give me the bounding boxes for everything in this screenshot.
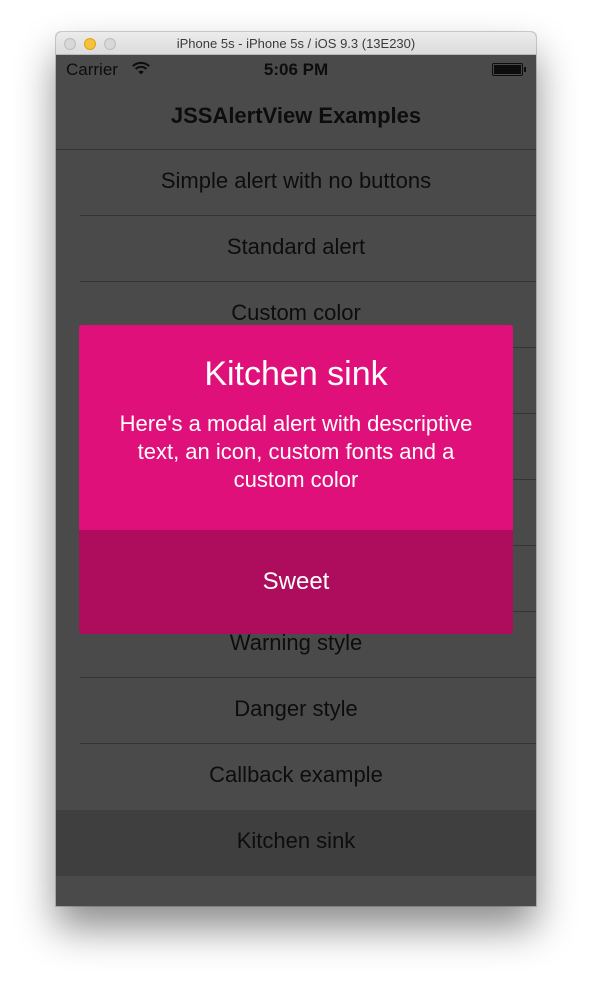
- alert-body: Kitchen sink Here's a modal alert with d…: [79, 325, 513, 530]
- window-titlebar: iPhone 5s - iPhone 5s / iOS 9.3 (13E230): [56, 32, 536, 55]
- device-screen: Carrier 5:06 PM JSSAlertView Examples Si…: [56, 55, 536, 906]
- alert-message: Here's a modal alert with descriptive te…: [119, 411, 473, 492]
- alert-title: Kitchen sink: [204, 355, 388, 393]
- alert-button-label: Sweet: [262, 568, 330, 595]
- sweet-button[interactable]: Sweet: [79, 530, 513, 634]
- window-title: iPhone 5s - iPhone 5s / iOS 9.3 (13E230): [176, 36, 416, 51]
- simulator-window: iPhone 5s - iPhone 5s / iOS 9.3 (13E230)…: [56, 32, 536, 906]
- alert-dialog: Kitchen sink Here's a modal alert with d…: [79, 325, 513, 634]
